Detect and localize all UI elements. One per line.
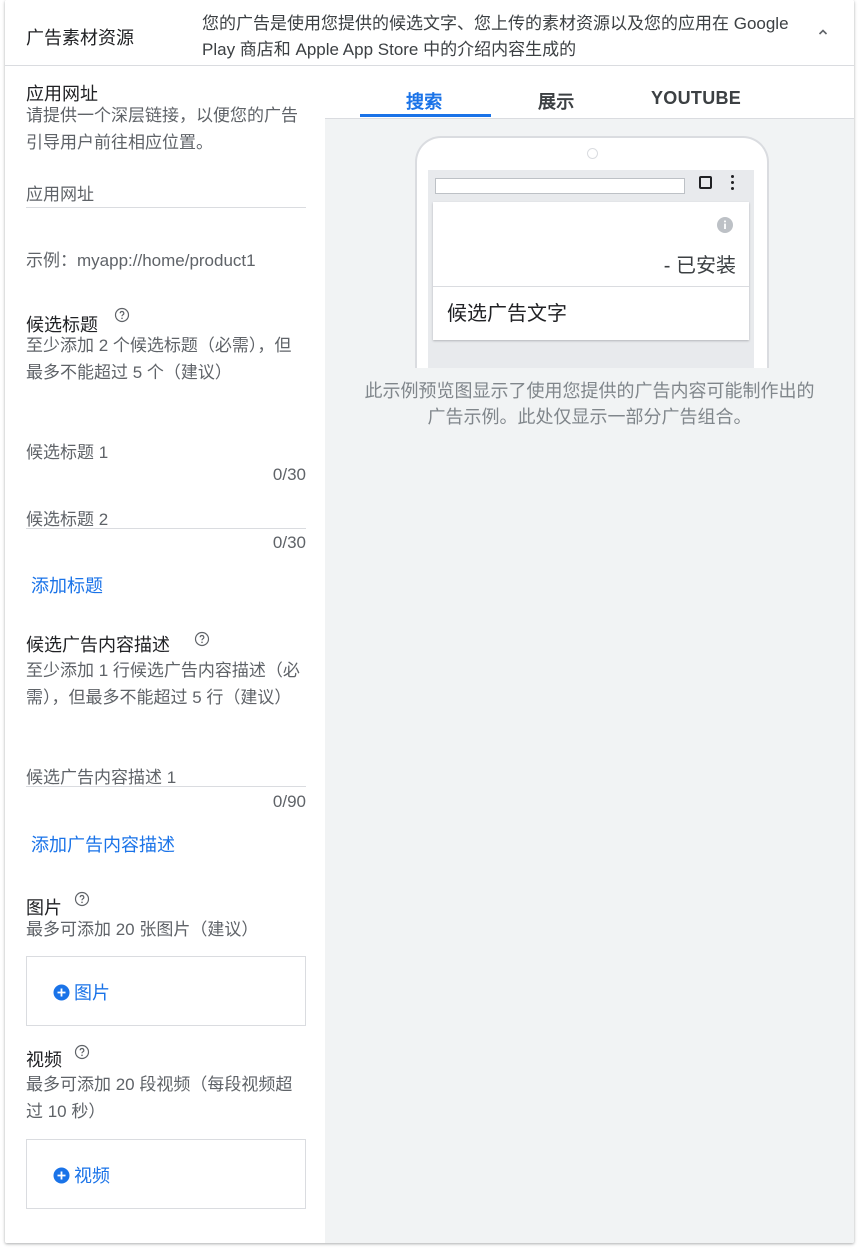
chevron-up-icon[interactable] — [815, 24, 831, 40]
app-url-example: 示例：myapp://home/product1 — [26, 251, 256, 270]
tab-youtube[interactable]: YOUTUBE — [651, 88, 741, 109]
images-help: 最多可添加 20 张图片（建议） — [26, 920, 259, 939]
add-description-link[interactable]: 添加广告内容描述 — [31, 831, 175, 857]
app-url-underline — [26, 207, 306, 208]
descriptions-help: 至少添加 1 行候选广告内容描述（必需），但最多不能超过 5 行（建议） — [26, 661, 300, 707]
section-title: 广告素材资源 — [26, 28, 134, 48]
help-icon[interactable] — [194, 631, 210, 647]
browser-tabs-icon — [699, 176, 712, 189]
headline-counter-2: 0/30 — [272, 533, 306, 552]
phone-camera — [587, 148, 598, 159]
info-icon — [717, 217, 733, 233]
add-image-label: 图片 — [74, 983, 110, 1003]
description-counter-1: 0/90 — [272, 792, 306, 811]
headline-counter-1: 0/30 — [272, 465, 306, 484]
headline-underline-2 — [26, 528, 306, 529]
add-circle-icon — [53, 1167, 70, 1184]
ad-text: 候选广告文字 — [447, 303, 567, 325]
form-panel: 应用网址 请提供一个深层链接，以便您的广告引导用户前往相应位置。 应用网址 示例… — [5, 66, 325, 1243]
add-circle-icon — [53, 984, 70, 1001]
add-video-label: 视频 — [74, 1166, 110, 1186]
section-description: 您的广告是使用您提供的候选文字、您上传的素材资源以及您的应用在 Google P… — [202, 14, 789, 59]
videos-label: 视频 — [26, 1050, 62, 1070]
add-image-button[interactable]: 图片 — [26, 956, 306, 1026]
preview-panel: 搜索 展示 YOUTUBE - 已安装 候选广告文字 此示例预览图显示了使用您提… — [325, 66, 854, 1243]
preview-note: 此示例预览图显示了使用您提供的广告内容可能制作出的广告示例。此处仅显示一部分广告… — [364, 381, 815, 427]
tab-search[interactable]: 搜索 — [406, 88, 443, 114]
help-icon[interactable] — [114, 307, 130, 323]
active-tab-indicator — [360, 114, 491, 117]
videos-help: 最多可添加 20 段视频（每段视频超过 10 秒） — [26, 1075, 293, 1121]
add-headline-link[interactable]: 添加标题 — [31, 572, 103, 598]
preview-tabs: 搜索 展示 YOUTUBE — [325, 66, 854, 119]
more-vert-icon — [731, 175, 735, 193]
installed-label: - 已安装 — [663, 255, 736, 277]
ad-preview-card: - 已安装 候选广告文字 — [433, 202, 749, 340]
app-url-help: 请提供一个深层链接，以便您的广告引导用户前往相应位置。 — [26, 106, 298, 152]
browser-url-bar — [435, 178, 685, 194]
app-url-input[interactable]: 应用网址 — [26, 180, 94, 205]
headline-input-1[interactable]: 候选标题 1 — [26, 438, 108, 463]
description-underline-1 — [26, 786, 306, 787]
section-header[interactable]: 广告素材资源 您的广告是使用您提供的候选文字、您上传的素材资源以及您的应用在 G… — [5, 0, 854, 66]
ad-divider — [433, 286, 749, 287]
help-icon[interactable] — [74, 1044, 90, 1060]
ad-assets-card: 广告素材资源 您的广告是使用您提供的候选文字、您上传的素材资源以及您的应用在 G… — [5, 0, 854, 1243]
add-video-button[interactable]: 视频 — [26, 1139, 306, 1209]
phone-mockup: - 已安装 候选广告文字 — [415, 136, 769, 368]
tab-display[interactable]: 展示 — [538, 88, 575, 114]
headlines-help: 至少添加 2 个候选标题（必需），但最多不能超过 5 个（建议） — [26, 336, 292, 382]
description-input-1[interactable]: 候选广告内容描述 1 — [26, 763, 176, 788]
descriptions-label: 候选广告内容描述 — [26, 635, 170, 655]
headline-input-2[interactable]: 候选标题 2 — [26, 505, 108, 530]
phone-screen: - 已安装 候选广告文字 — [428, 170, 754, 368]
help-icon[interactable] — [74, 891, 90, 907]
